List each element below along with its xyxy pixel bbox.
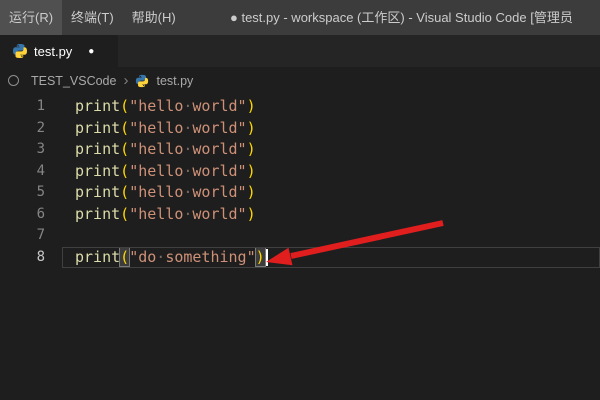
menu-bar: 运行(R) 终端(T) 帮助(H) ● test.py - workspace … [0,0,600,35]
code-token: world" [192,162,246,180]
code-token: ) [247,205,256,223]
code-token: "hello [129,205,183,223]
python-icon [135,74,149,88]
line-number[interactable]: 4 [0,161,62,183]
code-line[interactable]: 4print("hello·world") [0,161,600,183]
menu-item-help[interactable]: 帮助(H) [123,0,185,35]
code-token: print [75,205,120,223]
code-token: ( [120,140,129,158]
code-line-content: print("hello·world") [62,182,600,204]
code-token: "hello [129,162,183,180]
code-token: world" [192,97,246,115]
code-line-content: print("hello·world") [62,139,600,161]
breadcrumb-folder[interactable]: TEST_VSCode [31,74,116,88]
tab-test-py[interactable]: test.py ● [0,35,118,67]
code-token: ( [120,162,129,180]
code-token: "hello [129,183,183,201]
code-line[interactable]: 1print("hello·world") [0,96,600,118]
breadcrumb-file[interactable]: test.py [156,74,193,88]
code-token: "hello [129,97,183,115]
code-token: · [156,248,165,266]
code-token: ) [247,162,256,180]
code-line-content: print("hello·world") [62,118,600,140]
text-cursor [266,249,268,266]
code-token: print [75,119,120,137]
code-token: ( [120,183,129,201]
code-token: print [75,140,120,158]
code-token: world" [192,140,246,158]
code-token: ( [120,119,129,137]
line-number[interactable]: 7 [0,225,62,247]
breadcrumb: TEST_VSCode › test.py [0,67,600,94]
line-number[interactable]: 5 [0,182,62,204]
code-line-content [62,225,600,247]
python-icon [12,43,28,59]
circle-icon [8,75,19,86]
code-line[interactable]: 2print("hello·world") [0,118,600,140]
code-token: print [75,97,120,115]
code-line-content: print("hello·world") [62,204,600,226]
code-token: ( [120,97,129,115]
code-line[interactable]: 5print("hello·world") [0,182,600,204]
code-line-content: print("do·something") [62,247,600,269]
code-editor[interactable]: 1print("hello·world")2print("hello·world… [0,94,600,400]
menu-item-run[interactable]: 运行(R) [0,0,62,35]
window-title: ● test.py - workspace (工作区) - Visual Stu… [230,0,600,35]
line-number[interactable]: 3 [0,139,62,161]
code-line[interactable]: 7 [0,225,600,247]
line-number[interactable]: 6 [0,204,62,226]
code-token: print [75,248,120,266]
code-token: ) [247,140,256,158]
tab-bar: test.py ● [0,35,600,67]
chevron-right-icon: › [123,73,128,88]
code-line[interactable]: 6print("hello·world") [0,204,600,226]
code-token: ( [120,248,129,266]
code-token: something" [165,248,255,266]
code-token: print [75,162,120,180]
line-number[interactable]: 1 [0,96,62,118]
code-token: print [75,183,120,201]
code-token: ) [256,248,265,266]
code-token: ) [247,97,256,115]
tab-label: test.py [34,44,72,59]
code-token: world" [192,205,246,223]
code-line-content: print("hello·world") [62,96,600,118]
code-token: ) [247,183,256,201]
code-token: "hello [129,140,183,158]
code-token: "hello [129,119,183,137]
code-line-content: print("hello·world") [62,161,600,183]
menu-item-terminal[interactable]: 终端(T) [62,0,123,35]
modified-dot-icon[interactable]: ● [88,46,94,57]
code-token: ) [247,119,256,137]
code-token: ( [120,205,129,223]
code-token: world" [192,119,246,137]
line-number[interactable]: 2 [0,118,62,140]
code-line[interactable]: 3print("hello·world") [0,139,600,161]
code-line[interactable]: 8print("do·something") [0,247,600,269]
code-lines: 1print("hello·world")2print("hello·world… [0,94,600,268]
line-number[interactable]: 8 [0,247,62,269]
code-token: world" [192,183,246,201]
code-token: "do [129,248,156,266]
